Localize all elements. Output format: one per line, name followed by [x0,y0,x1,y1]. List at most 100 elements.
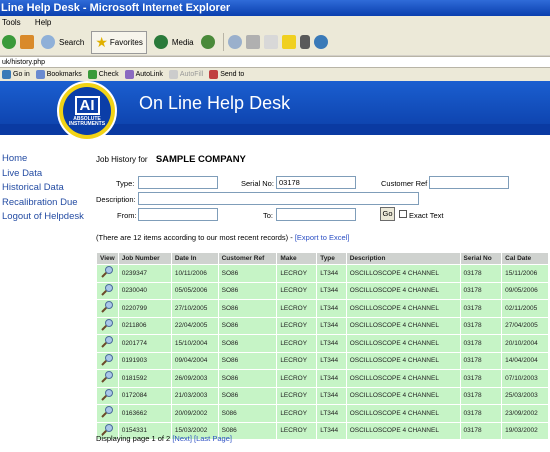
job-number-cell: 0172084 [117,386,172,405]
cal-date-cell: 14/04/2004 [501,351,549,370]
sidebar-item-home[interactable]: Home [2,152,86,167]
menu-help[interactable]: Help [35,18,51,27]
autofill-button[interactable]: AutoFill [168,68,203,81]
col-serial-no[interactable]: Serial No [459,252,503,265]
description-cell: OSCILLOSCOPE 4 CHANNEL [345,386,461,405]
date-in-cell: 09/04/2004 [170,351,219,370]
sendto-button[interactable]: Send to [209,68,244,81]
address-bar[interactable]: uk/history.php [0,56,550,68]
table-body: 0239347 10/11/2006 SO86 LECROY LT344 OSCILLOS… [96,264,549,440]
customer-ref-cell: SO86 [217,351,278,370]
col-make[interactable]: Make [276,252,318,265]
sidebar-nav: Home Live Data Historical Data Recalibra… [2,152,86,225]
star-icon: ★ [95,33,108,50]
type-input[interactable] [138,176,218,189]
job-number-cell: 0163662 [117,404,172,423]
sidebar-item-recalibration-due[interactable]: Recalibration Due [2,196,86,211]
view-cell [96,386,119,405]
magnifier-icon[interactable] [101,388,114,401]
serial-no-cell: 03178 [459,351,503,370]
bookmarks-label: Bookmarks [46,71,82,78]
to-date-input[interactable] [276,208,356,221]
menu-tools[interactable]: Tools [2,18,21,27]
magnifier-icon[interactable] [101,283,114,296]
col-customer-ref[interactable]: Customer Ref [217,252,278,265]
bookmarks-button[interactable]: Bookmarks [35,68,82,81]
media-icon [153,35,168,49]
magnifier-icon[interactable] [101,406,114,418]
view-cell [96,299,119,318]
discuss-icon[interactable] [281,35,296,49]
type-cell: LT344 [316,351,347,370]
exact-text-checkbox[interactable] [399,210,407,218]
date-in-cell: 26/09/2003 [170,369,219,388]
table-row: 0163662 20/09/2002 S086 LECROY LT344 OSCILLOS… [96,404,549,423]
heading-label: Job History for [96,155,148,164]
col-job-number[interactable]: Job Number [117,252,172,265]
table-row: 0201774 15/10/2004 SO86 LECROY LT344 OSCILLOS… [96,334,549,353]
magnifier-icon[interactable] [101,353,114,366]
mail-icon[interactable] [227,35,242,49]
edit-icon[interactable] [263,35,278,49]
research-icon[interactable] [313,35,328,49]
magnifier-icon[interactable] [101,336,114,348]
description-cell: OSCILLOSCOPE 4 CHANNEL [345,316,461,335]
col-cal-date[interactable]: Cal Date [501,252,549,265]
check-button[interactable]: Check [87,68,119,81]
logo-mark: AI [74,95,100,115]
cal-date-cell: 19/03/2002 [501,421,549,440]
serial-label: Serial No: [241,179,274,188]
magnifier-icon[interactable] [101,266,114,278]
description-cell: OSCILLOSCOPE 4 CHANNEL [345,351,461,370]
customer-ref-cell: SO86 [217,386,278,405]
cal-date-cell: 15/11/2006 [501,264,549,283]
make-cell: LECROY [276,299,318,318]
go-button[interactable]: Go [380,207,395,221]
magnifier-icon[interactable] [101,318,114,331]
next-page-link[interactable]: [Next] [172,434,192,443]
col-view[interactable]: View [96,252,119,265]
messenger-icon[interactable] [299,35,310,49]
go-icon [2,70,11,79]
magnifier-icon[interactable] [101,371,114,383]
col-type[interactable]: Type [316,252,347,265]
job-history-table: View Job Number Date In Customer Ref Mak… [96,252,549,440]
magnifier-icon[interactable] [101,301,114,313]
sidebar-item-logout[interactable]: Logout of Helpdesk [2,210,86,225]
check-label: Check [98,71,119,78]
search-button[interactable]: Search [38,33,87,51]
col-description[interactable]: Description [345,252,461,265]
favorites-button[interactable]: ★ Favorites [91,30,147,54]
date-in-cell: 05/05/2006 [170,281,219,300]
autolink-button[interactable]: AutoLink [124,68,163,81]
cal-date-cell: 02/11/2005 [501,299,549,318]
customer-ref-input[interactable] [429,176,509,189]
export-excel-link[interactable]: [Export to Excel] [295,233,350,242]
menu-bar: Tools Help [0,16,550,29]
job-history-heading: Job History for SAMPLE COMPANY [96,154,246,165]
sidebar-item-live-data[interactable]: Live Data [2,167,86,182]
view-cell [96,404,119,423]
browser-window: Line Help Desk - Microsoft Internet Expl… [0,0,550,452]
refresh-icon[interactable] [2,35,16,49]
from-date-input[interactable] [138,208,218,221]
history-icon[interactable] [200,35,215,49]
type-label: Type: [116,179,135,188]
cal-date-cell: 25/03/2003 [501,386,549,405]
print-icon[interactable] [245,35,260,49]
sidebar-item-historical-data[interactable]: Historical Data [2,181,86,196]
send-icon [209,70,219,79]
description-input[interactable] [138,192,419,205]
cal-date-cell: 07/10/2003 [501,369,549,388]
home-icon[interactable] [20,35,34,49]
serial-input[interactable]: 03178 [276,176,356,189]
customer-ref-cell: S086 [217,404,278,423]
last-page-link[interactable]: [Last Page] [194,434,232,443]
col-date-in[interactable]: Date In [170,252,219,265]
go-button[interactable]: Go in [2,68,30,81]
table-row: 0211806 22/04/2005 SO86 LECROY LT344 OSCILLOS… [96,316,549,335]
make-cell: LECROY [276,404,318,423]
media-button[interactable]: Media [151,33,197,51]
customer-ref-cell: SO86 [217,316,278,335]
view-cell [96,281,119,300]
